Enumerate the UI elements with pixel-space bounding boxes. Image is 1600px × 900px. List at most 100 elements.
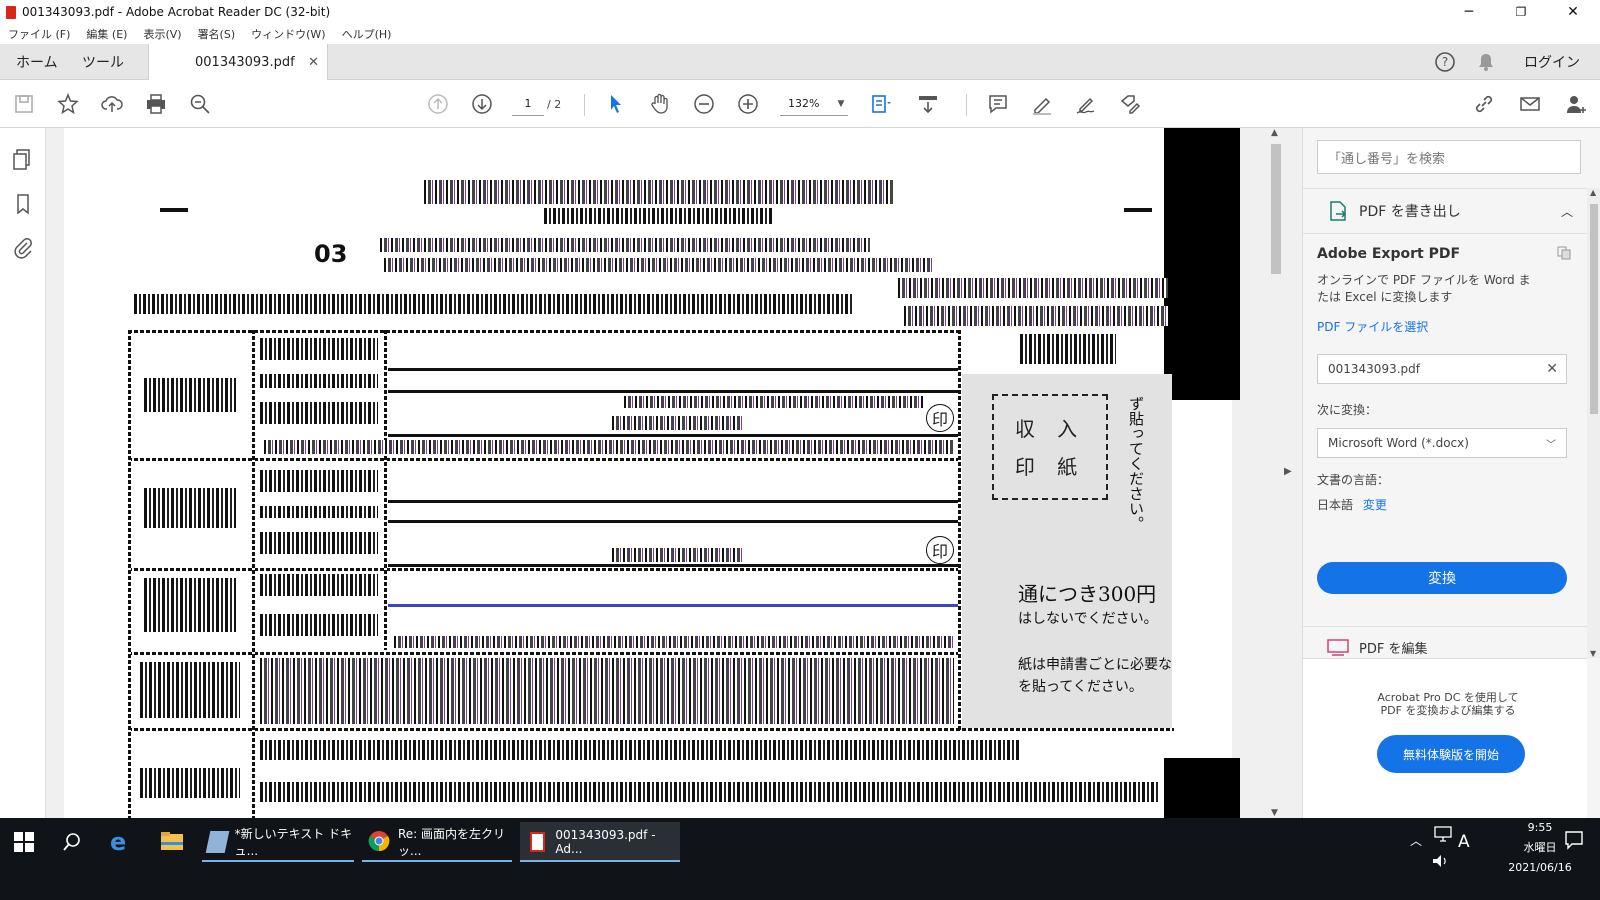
note-line-2: 紙は申請書ごとに必要な: [1018, 657, 1172, 673]
row-line: [388, 564, 958, 567]
garbled-label: [144, 378, 236, 412]
page-number-input[interactable]: 1: [512, 92, 544, 116]
clear-file-icon[interactable]: ✕: [1546, 361, 1558, 377]
tab-home[interactable]: ホーム: [16, 44, 58, 80]
zoom-level-dropdown[interactable]: 132% ▼: [780, 92, 848, 116]
chevron-up-icon[interactable]: ︿: [1410, 832, 1422, 849]
copy-icon[interactable]: [1557, 246, 1571, 260]
highlight-pen-icon[interactable]: [1028, 90, 1056, 118]
taskbar-item-notepad[interactable]: *新しいテキスト ドキュ...: [202, 822, 354, 862]
menu-view[interactable]: 表示(V): [143, 26, 181, 42]
prev-page-icon[interactable]: [424, 90, 452, 118]
convert-button[interactable]: 変換: [1317, 562, 1567, 594]
edge-browser-icon[interactable]: e: [110, 828, 126, 856]
chevron-up-icon[interactable]: ︿: [1561, 203, 1573, 220]
garbled-text: [264, 440, 954, 454]
sign-pen-icon[interactable]: [1072, 90, 1100, 118]
comment-icon[interactable]: [984, 90, 1012, 118]
title-bar: 001343093.pdf - Adobe Acrobat Reader DC …: [0, 0, 1600, 24]
minimize-button[interactable]: ─: [1446, 0, 1492, 24]
document-scrollbar[interactable]: ▲ ▼: [1268, 128, 1284, 818]
fill-sign-icon[interactable]: [1116, 90, 1144, 118]
zoom-search-icon[interactable]: [186, 90, 214, 118]
login-link[interactable]: ログイン: [1524, 44, 1580, 80]
document-viewer[interactable]: 03 収 入 印 紙 ず貼ってください。 通につき300円 はしないでください。…: [46, 128, 1302, 818]
taskbar-item-acrobat[interactable]: 001343093.pdf - Ad...: [520, 822, 680, 862]
maximize-button[interactable]: ❐: [1498, 0, 1544, 24]
dash-mark: [1124, 208, 1152, 212]
select-cursor-icon[interactable]: [602, 90, 630, 118]
select-file-link[interactable]: PDF ファイルを選択: [1317, 318, 1581, 335]
active-indicator: [202, 860, 354, 862]
seal-mark: 印: [926, 404, 954, 432]
network-icon[interactable]: [1434, 826, 1452, 845]
share-link-icon[interactable]: [1470, 90, 1498, 118]
menu-window[interactable]: ウィンドウ(W): [251, 26, 325, 42]
dash-mark: [160, 208, 188, 212]
scroll-up-icon[interactable]: ▲: [1271, 128, 1278, 138]
panel-scrollbar-thumb[interactable]: [1590, 204, 1598, 414]
help-icon[interactable]: ?: [1434, 44, 1456, 80]
search-input[interactable]: 「通し番号」を検索: [1317, 140, 1581, 174]
attachment-icon[interactable]: [11, 236, 35, 260]
export-pdf-icon: [1327, 200, 1349, 222]
star-icon[interactable]: [54, 90, 82, 118]
menu-bar: ファイル (F) 編集 (E) 表示(V) 署名(S) ウィンドウ(W) ヘルプ…: [0, 24, 1600, 44]
garbled-label: [260, 532, 378, 554]
scroll-down-icon[interactable]: ▼: [1590, 649, 1596, 658]
export-pdf-header[interactable]: PDF を書き出し ︿: [1303, 188, 1587, 234]
start-trial-button[interactable]: 無料体験版を開始: [1377, 735, 1525, 773]
left-navigation-pane: [0, 128, 46, 818]
garbled-heading: [134, 294, 854, 314]
garbled-label: [260, 506, 378, 518]
tab-tools[interactable]: ツール: [82, 44, 124, 80]
next-page-icon[interactable]: [468, 90, 496, 118]
notification-icon[interactable]: [1564, 830, 1584, 853]
page-thumbnails-icon[interactable]: [11, 148, 35, 172]
page-fit-icon[interactable]: [866, 90, 894, 118]
file-explorer-icon[interactable]: [160, 830, 184, 855]
scroll-up-icon[interactable]: ▲: [1590, 188, 1596, 197]
bell-icon[interactable]: [1476, 44, 1496, 80]
print-icon[interactable]: [142, 90, 170, 118]
selected-file-field[interactable]: 001343093.pdf ✕: [1317, 354, 1567, 384]
convert-format-value: Microsoft Word (*.docx): [1328, 436, 1469, 450]
chrome-icon: [368, 830, 390, 855]
change-language-link[interactable]: 変更: [1363, 498, 1387, 512]
language-value: 日本語: [1317, 498, 1354, 512]
menu-edit[interactable]: 編集 (E): [86, 26, 127, 42]
right-tools-pane: 「通し番号」を検索 PDF を書き出し ︿ Adobe Export PDF オ…: [1302, 128, 1600, 818]
mail-icon[interactable]: [1516, 90, 1544, 118]
bookmark-icon[interactable]: [11, 192, 35, 216]
close-button[interactable]: ✕: [1550, 0, 1596, 24]
upload-cloud-icon[interactable]: [98, 90, 126, 118]
add-user-icon[interactable]: [1562, 90, 1590, 118]
menu-sign[interactable]: 署名(S): [198, 26, 236, 42]
close-tab-icon[interactable]: ✕: [308, 55, 319, 70]
tab-document[interactable]: 001343093.pdf ✕: [148, 44, 328, 81]
garbled-text: [624, 396, 924, 408]
taskbar-item-chrome[interactable]: Re: 画面内を左クリッ...: [362, 822, 512, 862]
menu-file[interactable]: ファイル (F): [8, 26, 70, 42]
language-label: 文書の言語：: [1317, 473, 1390, 487]
zoom-out-icon[interactable]: [690, 90, 718, 118]
search-icon[interactable]: [62, 832, 82, 855]
expand-right-icon[interactable]: ▶: [1284, 466, 1292, 477]
hand-tool-icon[interactable]: [646, 90, 674, 118]
panel-scrollbar[interactable]: ▲ ▼: [1587, 188, 1600, 658]
table-line: [958, 330, 961, 730]
ime-indicator[interactable]: A: [1458, 832, 1470, 852]
scroll-down-icon[interactable]: ▼: [1271, 808, 1278, 818]
garbled-label: [260, 338, 378, 360]
scrollbar-thumb[interactable]: [1271, 144, 1281, 274]
save-icon[interactable]: [10, 90, 38, 118]
revenue-stamp-box: 収 入 印 紙: [992, 394, 1108, 500]
zoom-in-icon[interactable]: [734, 90, 762, 118]
edit-pdf-item[interactable]: PDF を編集: [1327, 638, 1427, 657]
windows-start-icon[interactable]: [14, 832, 34, 855]
fee-text: 通につき300円: [1018, 582, 1157, 606]
convert-format-dropdown[interactable]: Microsoft Word (*.docx) ﹀: [1317, 428, 1567, 458]
scroll-mode-icon[interactable]: [914, 90, 942, 118]
volume-icon[interactable]: [1432, 854, 1450, 871]
menu-help[interactable]: ヘルプ(H): [342, 26, 392, 42]
